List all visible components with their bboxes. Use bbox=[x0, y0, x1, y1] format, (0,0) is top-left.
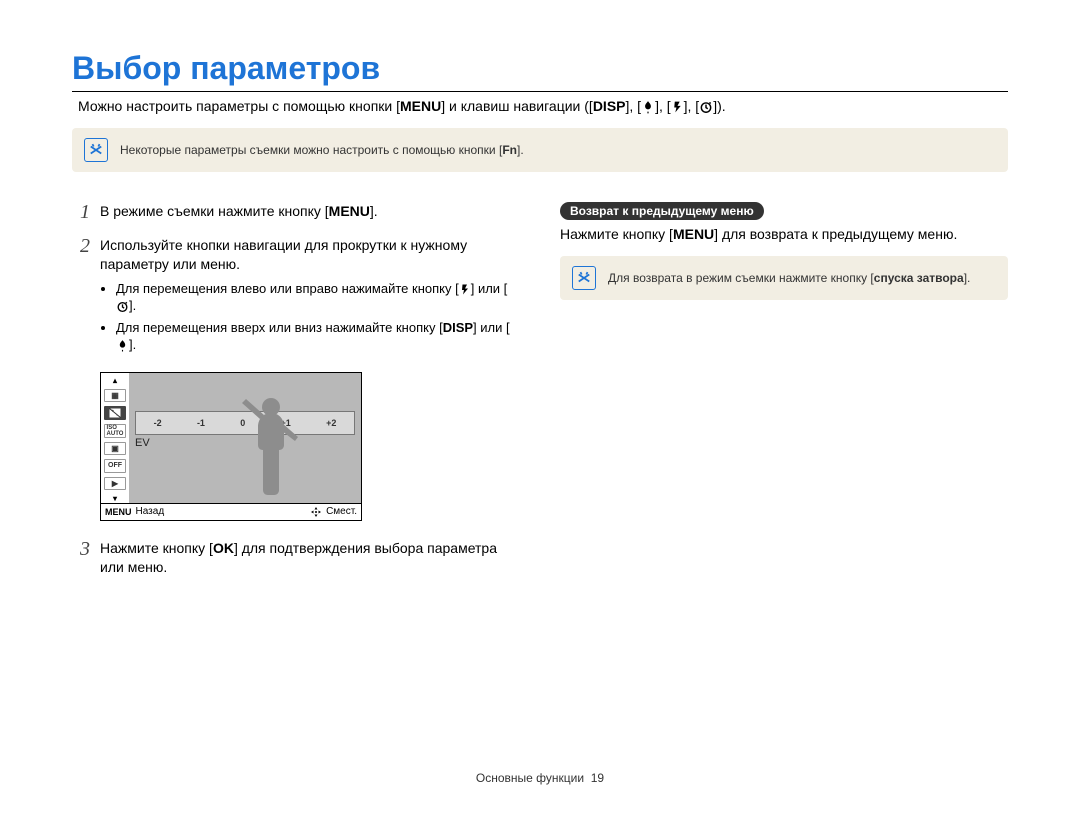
timer-icon bbox=[116, 300, 129, 313]
screenshot-bottom-bar: MENU Назад Смест. bbox=[101, 503, 361, 520]
return-badge: Возврат к предыдущему меню bbox=[560, 202, 764, 220]
person-silhouette bbox=[236, 393, 306, 503]
step-1: 1 В режиме съемки нажмите кнопку [MENU]. bbox=[72, 202, 520, 222]
camera-screenshot: ▴ ▦ +- ISO AUTO ▣ OFF ▶ ▾ -2 bbox=[100, 372, 362, 521]
title-rule bbox=[72, 91, 1008, 92]
step-3: 3 Нажмите кнопку [OK] для подтверждения … bbox=[72, 539, 520, 577]
timer-icon bbox=[699, 100, 713, 114]
macro-icon bbox=[116, 339, 129, 352]
flash-icon bbox=[459, 283, 471, 296]
intro-text: Можно настроить параметры с помощью кноп… bbox=[78, 98, 1008, 114]
page-footer: Основные функции 19 bbox=[0, 771, 1080, 785]
step-2: 2 Используйте кнопки навигации для прокр… bbox=[72, 236, 520, 358]
note-icon bbox=[572, 266, 596, 290]
macro-icon bbox=[641, 100, 655, 114]
flash-icon bbox=[671, 100, 684, 114]
ev-label: EV bbox=[135, 437, 150, 449]
return-text: Нажмите кнопку [MENU] для возврата к пре… bbox=[560, 226, 1008, 242]
right-note: Для возврата в режим съемки нажмите кноп… bbox=[560, 256, 1008, 300]
right-column: Возврат к предыдущему меню Нажмите кнопк… bbox=[560, 202, 1008, 591]
screenshot-sidebar: ▴ ▦ +- ISO AUTO ▣ OFF ▶ ▾ bbox=[101, 373, 129, 503]
page-title: Выбор параметров bbox=[72, 50, 1008, 87]
left-column: 1 В режиме съемки нажмите кнопку [MENU].… bbox=[72, 202, 520, 591]
note-icon bbox=[84, 138, 108, 162]
ev-icon: +- bbox=[104, 406, 126, 419]
svg-text:+: + bbox=[112, 409, 115, 414]
top-note: Некоторые параметры съемки можно настрои… bbox=[72, 128, 1008, 172]
nav-cross-icon bbox=[310, 506, 322, 518]
